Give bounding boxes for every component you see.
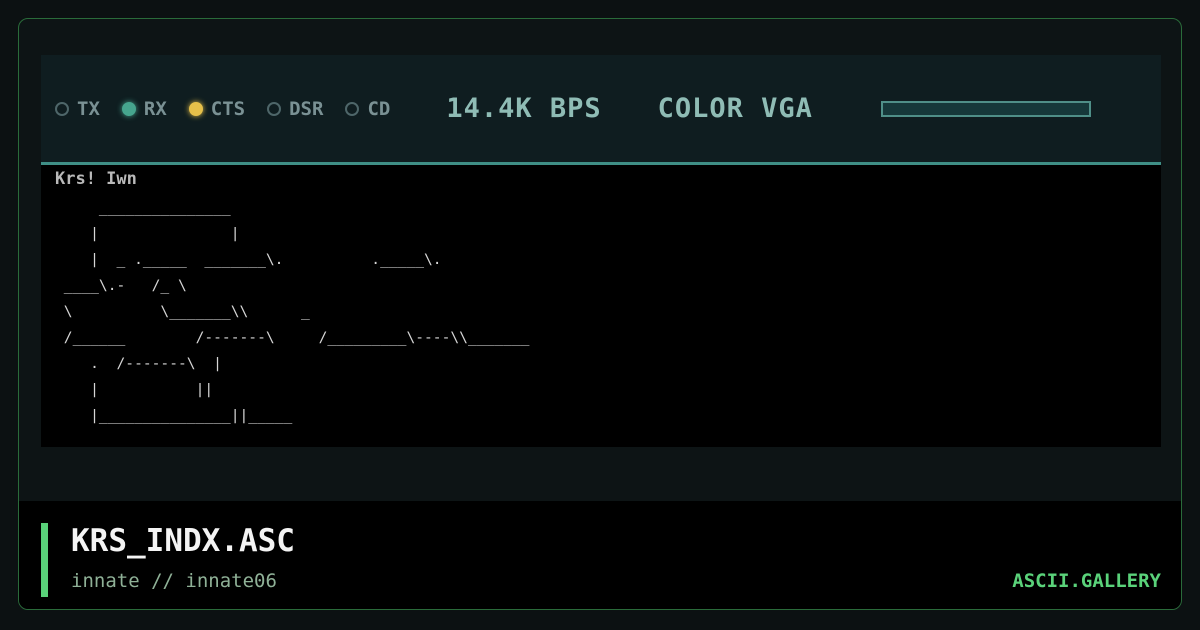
footer-panel: KRS_INDX.ASC innate // innate06 ASCII.GA… — [19, 501, 1181, 609]
ascii-art-logo: _______________ | | | _ ._____ _______\.… — [63, 199, 530, 424]
indicator-dsr: DSR — [267, 98, 323, 120]
gallery-card: TX RX CTS DSR CD 14.4K BPS COLOR VGA Krs… — [18, 18, 1182, 610]
indicator-rx: RX — [121, 97, 167, 120]
transfer-progress-bar — [880, 100, 1091, 117]
baud-rate: 14.4K BPS — [446, 93, 602, 124]
indicator-label: RX — [143, 97, 167, 120]
indicator-label: CD — [367, 97, 391, 120]
accent-bar — [41, 523, 48, 597]
site-brand-link[interactable]: ASCII.GALLERY — [1012, 570, 1161, 592]
dsr-led-icon — [267, 101, 282, 116]
indicator-cts: CTS — [188, 97, 246, 120]
tx-led-icon — [55, 101, 69, 116]
indicator-label: CTS — [210, 97, 246, 120]
indicator-label: TX — [77, 97, 100, 120]
cts-led-icon — [188, 101, 203, 116]
indicator-tx: TX — [55, 98, 100, 120]
cd-led-icon — [345, 101, 360, 116]
terminal-screen: TX RX CTS DSR CD 14.4K BPS COLOR VGA Krs… — [41, 55, 1161, 447]
indicator-cd: CD — [345, 98, 390, 120]
indicator-label: DSR — [289, 97, 324, 120]
terminal-header-text: Krs! Iwn — [55, 169, 137, 189]
modem-status-bar: TX RX CTS DSR CD 14.4K BPS COLOR VGA — [41, 55, 1161, 165]
display-mode: COLOR VGA — [657, 93, 813, 124]
rx-led-icon — [121, 101, 136, 116]
artwork-credit: innate // innate06 — [71, 570, 277, 592]
artwork-title: KRS_INDX.ASC — [71, 523, 295, 559]
